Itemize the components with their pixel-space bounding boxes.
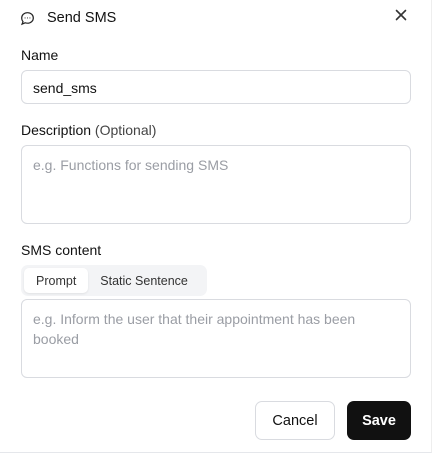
description-label: Description (Optional)	[21, 122, 156, 138]
name-input[interactable]: send_sms	[21, 70, 411, 104]
send-sms-dialog: Send SMS Name send_sms Description (Opti…	[0, 0, 432, 453]
sms-content-textarea[interactable]: e.g. Inform the user that their appointm…	[21, 299, 411, 378]
dialog-title: Send SMS	[47, 10, 117, 26]
description-placeholder: e.g. Functions for sending SMS	[33, 157, 229, 173]
name-input-value: send_sms	[33, 80, 97, 96]
sms-content-placeholder: e.g. Inform the user that their appointm…	[33, 311, 356, 347]
sms-content-label: SMS content	[21, 242, 101, 258]
description-textarea[interactable]: e.g. Functions for sending SMS	[21, 145, 411, 224]
close-button[interactable]	[391, 7, 411, 27]
cancel-button[interactable]: Cancel	[255, 401, 335, 440]
save-button[interactable]: Save	[347, 401, 411, 440]
sms-content-label-text: SMS content	[21, 242, 102, 258]
dialog-header: Send SMS	[20, 7, 411, 29]
name-label-text: Name	[21, 47, 59, 63]
tab-static-sentence[interactable]: Static Sentence	[88, 268, 200, 293]
chat-bubble-icon	[20, 11, 35, 26]
tab-prompt[interactable]: Prompt	[24, 268, 89, 293]
description-label-text: Description	[21, 122, 92, 138]
name-label: Name	[21, 47, 58, 63]
optional-label: (Optional)	[94, 122, 157, 138]
close-icon	[395, 8, 407, 26]
sms-content-tabs: Prompt Static Sentence	[21, 265, 207, 296]
